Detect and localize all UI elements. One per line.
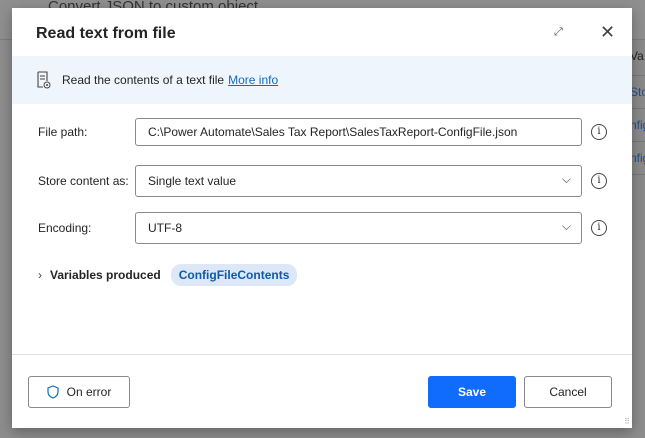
expand-icon[interactable]: ⤢	[554, 26, 563, 39]
save-button[interactable]: Save	[428, 376, 516, 408]
variables-produced[interactable]: › Variables produced ConfigFileContents	[38, 264, 298, 286]
cancel-button[interactable]: Cancel	[524, 376, 612, 408]
encoding-row: Encoding: UTF-8 ⌵ i	[12, 212, 632, 244]
on-error-label: On error	[66, 385, 112, 399]
bg-item: nfig	[632, 142, 645, 175]
file-path-input[interactable]: C:\Power Automate\Sales Tax Report\Sales…	[135, 118, 582, 146]
info-icon[interactable]: i	[591, 173, 607, 189]
bg-item: nfig	[632, 109, 645, 142]
bg-item: Va	[632, 40, 645, 76]
background-variables-panel: Va Sto nfig nfig	[632, 40, 645, 240]
info-banner: Read the contents of a text file More in…	[12, 56, 632, 104]
footer-divider	[12, 354, 632, 355]
bg-item: Sto	[632, 76, 645, 109]
chevron-right-icon[interactable]: ›	[38, 268, 42, 282]
info-icon[interactable]: i	[591, 124, 607, 140]
variable-pill[interactable]: ConfigFileContents	[170, 264, 298, 286]
file-path-label: File path:	[38, 125, 88, 139]
encoding-value: UTF-8	[148, 221, 182, 235]
encoding-select[interactable]: UTF-8 ⌵	[135, 212, 582, 244]
store-content-label: Store content as:	[38, 174, 129, 188]
store-content-select[interactable]: Single text value ⌵	[135, 165, 582, 197]
close-icon[interactable]: ✕	[600, 22, 615, 43]
store-content-value: Single text value	[148, 174, 237, 188]
read-text-dialog: Read text from file ⤢ ✕ Read the content…	[12, 8, 632, 428]
resize-grip-icon[interactable]: ⠿	[624, 417, 630, 426]
info-icon[interactable]: i	[591, 220, 607, 236]
variables-label: Variables produced	[50, 268, 161, 282]
encoding-label: Encoding:	[38, 221, 92, 235]
dialog-title: Read text from file	[36, 25, 176, 42]
chevron-down-icon: ⌵	[561, 172, 571, 186]
description: Read the contents of a text file	[62, 73, 225, 87]
store-content-row: Store content as: Single text value ⌵ i	[12, 165, 632, 197]
shield-icon	[47, 385, 59, 399]
chevron-down-icon: ⌵	[561, 219, 571, 233]
file-path-row: File path: C:\Power Automate\Sales Tax R…	[12, 117, 632, 147]
on-error-button[interactable]: On error	[28, 376, 130, 408]
file-read-icon	[37, 71, 51, 89]
more-info-link[interactable]: More info	[228, 73, 278, 87]
